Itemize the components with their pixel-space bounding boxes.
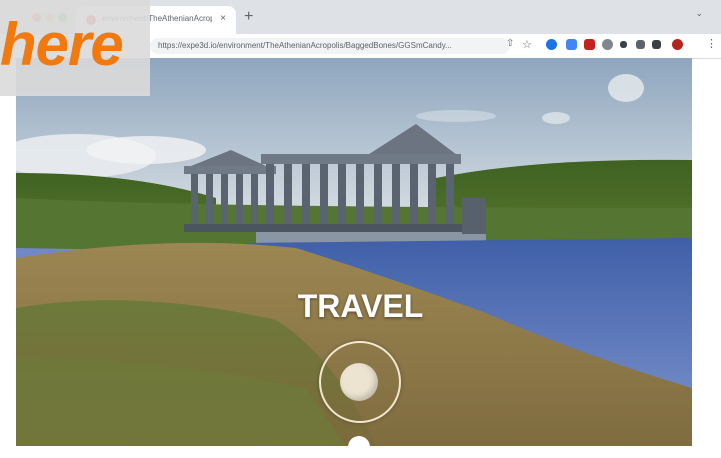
here-label: here <box>0 11 124 78</box>
tab-search-icon[interactable]: ⌄ <box>695 8 703 19</box>
extension-icon[interactable] <box>620 41 627 48</box>
extension-icon[interactable] <box>566 39 577 50</box>
cloud <box>86 136 206 164</box>
url-text: https://expe3d.io/environment/TheAthenia… <box>158 41 452 50</box>
extension-icon[interactable] <box>546 39 557 50</box>
joystick-knob[interactable] <box>340 363 378 401</box>
navigation-dot[interactable] <box>348 436 370 458</box>
star-icon[interactable]: ☆ <box>522 38 532 51</box>
cloud <box>416 110 496 122</box>
travel-label: TRAVEL <box>297 288 424 324</box>
profile-avatar-icon[interactable] <box>672 39 683 50</box>
extension-icon[interactable] <box>602 39 613 50</box>
share-icon[interactable]: ⇧ <box>506 38 514 49</box>
cloud <box>542 112 570 124</box>
cloud <box>608 74 644 102</box>
tab-close-button[interactable]: × <box>220 13 226 24</box>
extension-icon[interactable] <box>584 39 595 50</box>
extension-icon[interactable] <box>636 40 645 49</box>
new-tab-button[interactable]: + <box>244 9 253 25</box>
url-field[interactable]: https://expe3d.io/environment/TheAthenia… <box>150 38 510 54</box>
kebab-icon[interactable]: ⋮ <box>706 37 717 50</box>
extension-icon[interactable] <box>652 40 661 49</box>
